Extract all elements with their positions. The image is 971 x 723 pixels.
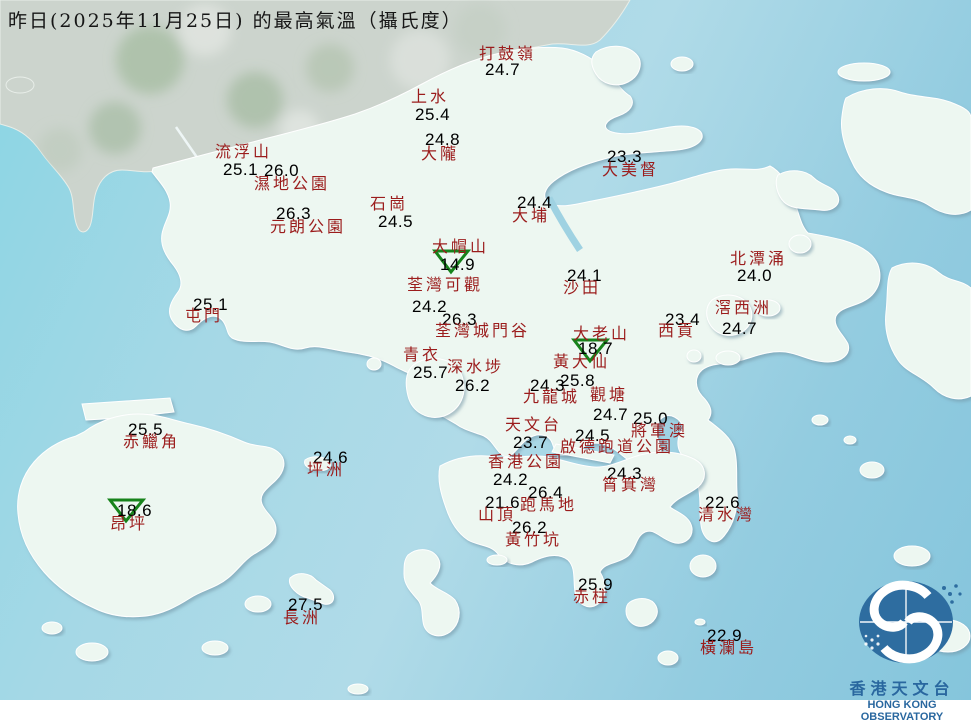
station-name: 大美督 — [602, 160, 660, 179]
soko-islands — [75, 642, 109, 662]
station-name: 大埔 — [512, 206, 551, 225]
small-island — [41, 621, 63, 635]
station-name: 長洲 — [283, 608, 322, 627]
station-name: 橫瀾島 — [700, 638, 758, 657]
small-island — [893, 545, 931, 567]
station-name: 昂坪 — [110, 514, 149, 533]
tap-mun-island — [788, 234, 812, 254]
station-name: 筲箕灣 — [602, 475, 660, 494]
southeast-mirs-landmass — [885, 262, 971, 400]
lamma-island — [403, 549, 460, 637]
small-island — [670, 56, 694, 72]
hong-kong-map — [0, 0, 971, 695]
tung-lung-chau-island — [689, 554, 717, 578]
station-value: 26.2 — [455, 376, 491, 395]
small-island — [837, 62, 891, 82]
station-value: 23.7 — [513, 433, 549, 452]
station-name: 石崗 — [370, 194, 409, 213]
shelter-island — [715, 350, 741, 366]
station-name: 赤柱 — [573, 587, 612, 606]
station-value: 24.2 — [493, 470, 529, 489]
station-value: 24.5 — [378, 212, 414, 231]
station-name: 深水埗 — [447, 357, 505, 376]
station-name: 荃灣城門谷 — [435, 321, 531, 340]
station-name: 赤鱲角 — [123, 432, 181, 451]
hei-ling-chau-island — [244, 595, 272, 613]
station-name: 清水灣 — [698, 505, 756, 524]
station-name: 沙田 — [563, 278, 602, 297]
small-island — [347, 683, 369, 695]
station-name: 啟德跑道公園 — [560, 437, 675, 456]
station-name: 青衣 — [403, 345, 442, 364]
station-value: 14.9 — [440, 255, 476, 274]
station-value: 25.7 — [413, 363, 449, 382]
station-value: 24.7 — [722, 319, 758, 338]
hko-logo: 香港天文台 HONG KONG OBSERVATORY — [832, 576, 971, 723]
station-name: 西貢 — [658, 321, 697, 340]
hko-logo-english-name: HONG KONG OBSERVATORY — [860, 699, 944, 723]
small-island — [859, 461, 885, 479]
hko-logo-chinese-name: 香港天文台 — [849, 681, 955, 698]
weather-map-canvas: 昨日(2025年11月25日) 的最高氣溫（攝氏度） 24.7 打鼓嶺 25.4 上水… — [0, 0, 971, 723]
station-name: 滘西洲 — [715, 298, 773, 317]
small-island — [657, 650, 679, 666]
station-name: 大隴 — [421, 144, 460, 163]
station-name: 觀塘 — [590, 385, 629, 404]
ma-wan-island — [366, 357, 382, 371]
station-name: 九龍城 — [523, 387, 581, 406]
station-name: 濕地公園 — [254, 174, 331, 193]
station-name: 天文台 — [505, 415, 563, 434]
station-value: 24.0 — [737, 266, 773, 285]
map-title: 昨日(2025年11月25日) 的最高氣溫（攝氏度） — [8, 10, 463, 32]
station-name: 坪洲 — [307, 460, 346, 479]
shek-kwu-chau-island — [201, 640, 229, 656]
sharp-island — [686, 349, 702, 363]
station-value: 25.4 — [415, 105, 451, 124]
station-name: 流浮山 — [215, 142, 273, 161]
station-name: 黃竹坑 — [505, 530, 563, 549]
waglan-island — [694, 618, 706, 626]
ap-lei-chau-island — [486, 554, 508, 566]
station-value: 24.7 — [593, 405, 629, 424]
station-name: 屯門 — [185, 306, 224, 325]
station-name: 山頂 — [478, 505, 517, 524]
station-value: 24.7 — [485, 60, 521, 79]
station-name: 上水 — [411, 87, 450, 106]
station-name: 荃灣可觀 — [407, 275, 484, 294]
station-name: 跑馬地 — [520, 495, 578, 514]
station-name: 黃大仙 — [553, 352, 611, 371]
hong-kong-island — [438, 451, 705, 608]
po-toi-island — [625, 598, 658, 627]
station-name: 香港公園 — [488, 452, 565, 471]
ninepin-islands — [811, 414, 829, 426]
station-name: 打鼓嶺 — [479, 44, 537, 63]
small-island — [843, 435, 857, 445]
station-name: 大老山 — [573, 324, 631, 343]
station-name: 北潭涌 — [730, 249, 788, 268]
station-name: 大帽山 — [432, 237, 490, 256]
hko-logo-symbol — [859, 580, 962, 664]
station-name: 元朗公園 — [270, 217, 347, 236]
northeast-landmass — [841, 88, 971, 215]
station-value: 25.1 — [223, 160, 259, 179]
